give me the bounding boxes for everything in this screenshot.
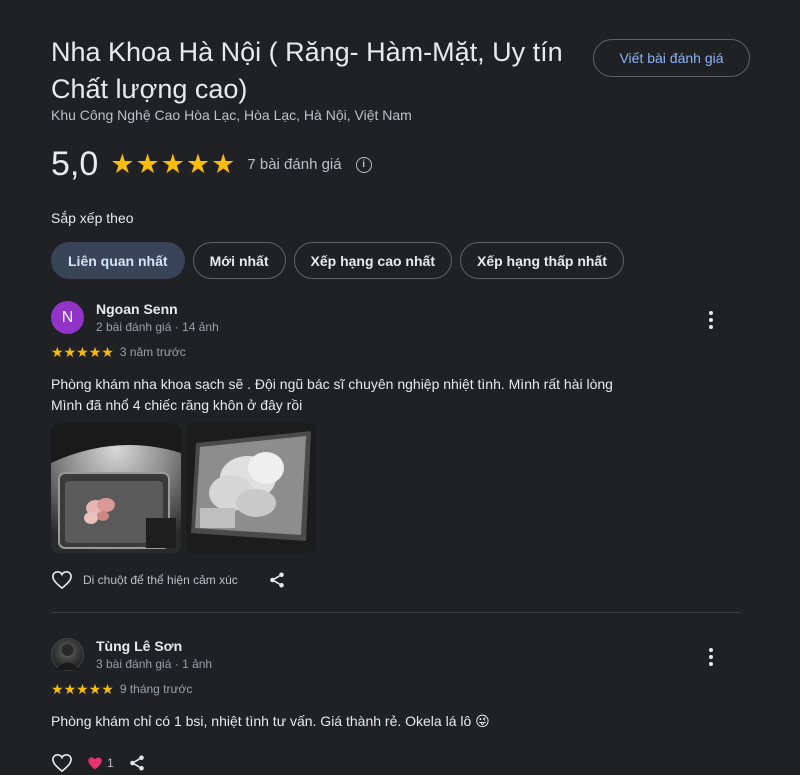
star-icon: ★ <box>101 681 114 697</box>
review-divider <box>51 612 741 613</box>
sort-chip-newest[interactable]: Mới nhất <box>192 242 286 279</box>
star-icon: ★ <box>51 681 64 697</box>
place-address: Khu Công Nghệ Cao Hòa Lạc, Hòa Lạc, Hà N… <box>51 107 412 123</box>
review-text-line: Phòng khám nha khoa sạch sẽ . Đội ngũ bá… <box>51 376 613 392</box>
star-icon: ★ <box>211 149 236 179</box>
star-icon: ★ <box>63 344 77 360</box>
reviewer-name[interactable]: Tùng Lê Sơn <box>96 638 182 654</box>
review-photo[interactable] <box>51 423 181 553</box>
sort-chip-highest[interactable]: Xếp hạng cao nhất <box>293 242 452 279</box>
star-icon: ★ <box>135 149 160 179</box>
review-count: 7 bài đánh giá <box>247 156 342 173</box>
rating-summary: 5,0 ★ ★ ★ ★ ★ 7 bài đánh giá i <box>51 145 372 184</box>
review-time: 9 tháng trước <box>119 682 193 696</box>
avatar[interactable] <box>51 638 84 671</box>
place-title: Nha Khoa Hà Nội ( Răng- Hàm-Mặt, Uy tín … <box>51 37 563 104</box>
star-icon: ★ <box>88 681 102 697</box>
reviewer-name[interactable]: Ngoan Senn <box>96 301 178 317</box>
review-actions: 1 <box>51 753 146 773</box>
love-reaction-icon <box>88 757 102 769</box>
reaction-count: 1 <box>107 756 114 770</box>
reviewer-meta: 2 bài đánh giá · 14 ảnh <box>96 320 219 334</box>
reaction-hint: Di chuột để thể hiện cảm xúc <box>83 573 238 587</box>
star-icon: ★ <box>101 344 114 360</box>
sort-label: Sắp xếp theo <box>51 210 134 226</box>
star-icon: ★ <box>76 344 89 360</box>
write-review-button[interactable]: Viết bài đánh giá <box>593 39 750 77</box>
info-icon[interactable]: i <box>355 156 372 173</box>
review-photo[interactable] <box>186 423 316 553</box>
star-icon: ★ <box>110 149 135 179</box>
heart-icon[interactable] <box>51 753 73 773</box>
star-icon: ★ <box>76 681 89 697</box>
star-icon: ★ <box>185 149 211 179</box>
more-options-icon[interactable] <box>701 647 721 667</box>
review-actions: Di chuột để thể hiện cảm xúc <box>51 570 286 590</box>
star-icon: ★ <box>63 681 77 697</box>
review-text: Phòng khám chỉ có 1 bsi, nhiệt tình tư v… <box>51 713 490 729</box>
rating-value: 5,0 <box>51 145 99 183</box>
share-icon[interactable] <box>268 571 286 589</box>
heart-icon[interactable] <box>51 570 73 590</box>
star-icon: ★ <box>88 344 102 360</box>
sort-chips: Liên quan nhất Mới nhất Xếp hạng cao nhấ… <box>51 242 624 279</box>
rating-stars: ★ ★ ★ ★ ★ <box>110 151 235 178</box>
reviewer-meta: 3 bài đánh giá · 1 ảnh <box>96 657 213 671</box>
share-icon[interactable] <box>128 754 146 772</box>
sort-chip-relevant[interactable]: Liên quan nhất <box>51 242 185 279</box>
review-photos <box>51 423 316 553</box>
review-text-line: Mình đã nhổ 4 chiếc răng khôn ở đây rồi <box>51 397 303 413</box>
review-rating: ★ ★ ★ ★ ★ 9 tháng trước <box>51 682 192 696</box>
star-icon: ★ <box>160 149 185 179</box>
review-rating: ★ ★ ★ ★ ★ 3 năm trước <box>51 345 186 359</box>
review-time: 3 năm trước <box>119 345 186 359</box>
review-text: Phòng khám nha khoa sạch sẽ . Đội ngũ bá… <box>51 374 691 416</box>
sort-chip-lowest[interactable]: Xếp hạng thấp nhất <box>459 242 624 279</box>
avatar[interactable]: N <box>51 301 84 334</box>
more-options-icon[interactable] <box>701 310 721 330</box>
star-icon: ★ <box>51 344 64 360</box>
